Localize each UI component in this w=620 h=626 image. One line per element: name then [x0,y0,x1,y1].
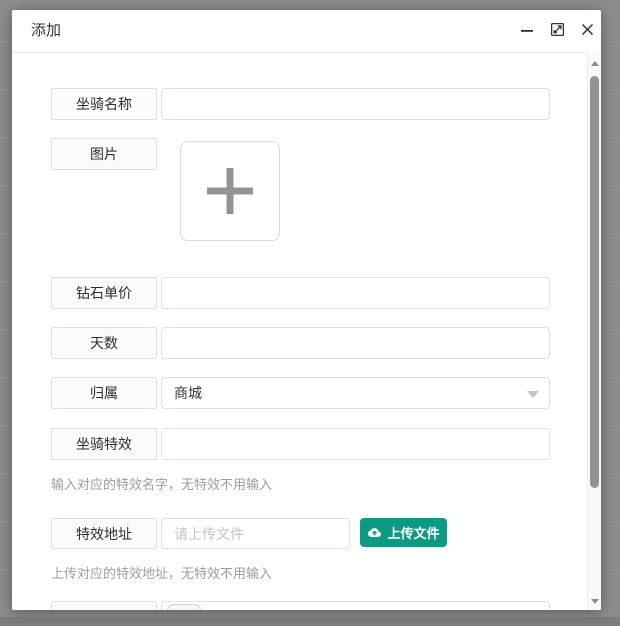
maximize-icon [550,22,565,40]
effect-url-label: 特效地址 [51,518,157,549]
days-input[interactable] [161,327,550,359]
scroll-up-arrow-icon[interactable] [591,61,599,66]
belonging-select[interactable]: 商城 [161,377,550,409]
effect-name-hint: 输入对应的特效名字，无特效不用输入 [51,474,272,493]
upload-file-button[interactable]: 上传文件 [360,518,447,547]
mount-effect-label: 坐骑特效 [51,428,157,460]
scroll-down-arrow-icon[interactable] [591,599,599,604]
minimize-button[interactable] [516,20,538,42]
clipped-row-toggle[interactable] [167,604,201,610]
close-button[interactable] [576,20,598,42]
chevron-down-icon [527,391,539,398]
effect-url-hint: 上传对应的特效地址，无特效不用输入 [51,563,272,582]
dialog-scrollbar[interactable] [587,52,601,610]
dialog-titlebar: 添加 [12,10,601,53]
clipped-row-label [51,601,157,610]
mount-name-label: 坐骑名称 [51,88,157,120]
days-label: 天数 [51,327,157,359]
minimize-icon [520,23,534,40]
upload-file-button-label: 上传文件 [387,523,439,542]
close-icon [580,22,595,40]
belonging-selected-value: 商城 [162,383,202,403]
add-dialog: 添加 [12,10,601,610]
cloud-upload-icon [367,526,382,539]
mount-name-input[interactable] [161,88,550,120]
image-upload-area[interactable] [180,141,280,241]
maximize-button[interactable] [546,20,568,42]
background-bottom-band [0,617,620,626]
scrollbar-thumb[interactable] [590,76,599,488]
image-label: 图片 [51,138,157,170]
effect-url-input[interactable] [161,518,350,549]
clipped-row-field[interactable] [161,601,550,610]
window-controls [516,10,598,52]
belonging-label: 归属 [51,377,157,409]
diamond-price-label: 钻石单价 [51,277,157,309]
dialog-title: 添加 [31,10,61,52]
mount-effect-input[interactable] [161,428,550,460]
diamond-price-input[interactable] [161,277,550,309]
